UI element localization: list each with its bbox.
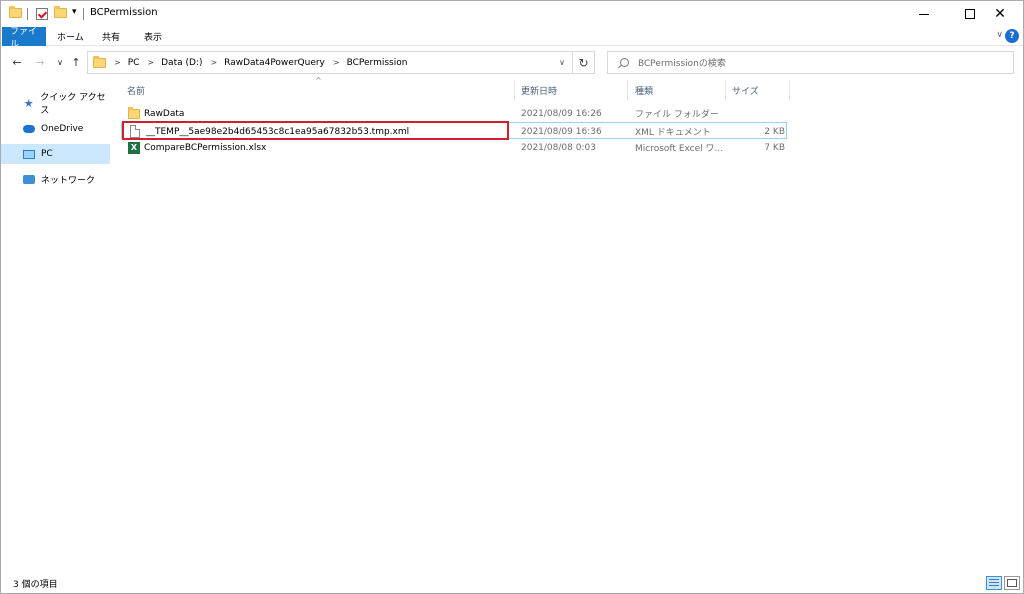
file-size: 2 KB	[764, 126, 785, 137]
back-arrow-icon[interactable]: ←	[10, 54, 24, 70]
file-size	[731, 105, 785, 122]
sidebar-item-label: PC	[41, 149, 53, 159]
monitor-icon	[23, 148, 35, 160]
column-divider[interactable]	[789, 80, 790, 100]
sidebar-item-label: OneDrive	[41, 124, 84, 134]
close-button[interactable]: ✕	[977, 1, 1023, 27]
file-name: RawData	[144, 108, 185, 119]
breadcrumb-data-drive[interactable]: Data (D:)	[161, 58, 202, 68]
separator	[27, 8, 28, 20]
file-row-rawdata[interactable]: RawData 2021/08/09 16:26 ファイル フォルダー	[121, 105, 787, 122]
help-icon[interactable]: ?	[1005, 29, 1019, 43]
status-bar: 3 個の項目	[1, 573, 1023, 593]
refresh-icon: ↻	[578, 55, 589, 70]
breadcrumb-pc[interactable]: PC	[128, 58, 140, 68]
file-modified: 2021/08/09 16:36	[521, 126, 602, 137]
minimize-button[interactable]	[901, 1, 947, 27]
tab-home[interactable]: ホーム	[49, 27, 92, 46]
tab-view[interactable]: 表示	[136, 27, 170, 46]
file-name-cell: X CompareBCPermission.xlsx	[128, 139, 266, 156]
file-modified: 2021/08/09 16:26	[521, 108, 602, 119]
forward-arrow-icon[interactable]: →	[33, 54, 47, 70]
sidebar-item-quick-access[interactable]: ★ クイック アクセス	[1, 93, 110, 116]
separator	[83, 8, 84, 20]
folder-icon	[93, 55, 106, 68]
file-name: CompareBCPermission.xlsx	[144, 142, 267, 153]
column-divider[interactable]	[627, 80, 628, 100]
file-name-cell: RawData	[128, 105, 184, 122]
column-header-name[interactable]: 名前	[127, 80, 145, 100]
sidebar-item-label: ネットワーク	[41, 175, 96, 186]
file-type: Microsoft Excel ワ...	[635, 144, 724, 154]
chevron-right-icon[interactable]: >	[333, 58, 340, 67]
folder-icon	[128, 106, 140, 119]
up-arrow-icon[interactable]: ↑	[69, 54, 83, 70]
refresh-button[interactable]: ↻	[573, 51, 595, 74]
address-dropdown-icon[interactable]: ∨	[552, 52, 572, 73]
breadcrumb-bcpermission[interactable]: BCPermission	[347, 58, 408, 68]
breadcrumb: > PC > Data (D:) > RawData4PowerQuery > …	[106, 58, 407, 68]
file-type: XML ドキュメント	[635, 128, 711, 138]
details-view-icon	[989, 579, 999, 587]
chevron-right-icon[interactable]: >	[147, 58, 154, 67]
sidebar-item-onedrive[interactable]: OneDrive	[1, 119, 110, 139]
column-header-size[interactable]: サイズ	[732, 80, 759, 100]
minimize-icon	[919, 13, 929, 15]
expand-ribbon-icon[interactable]: ∨	[996, 30, 1003, 40]
search-box[interactable]: BCPermissionの検索	[607, 51, 1014, 74]
title-bar: ▾ BCPermission ✕	[1, 1, 1023, 27]
properties-icon[interactable]	[36, 8, 48, 20]
excel-icon: X	[128, 141, 140, 154]
window-title: BCPermission	[90, 7, 158, 18]
search-placeholder: BCPermissionの検索	[638, 59, 726, 69]
explorer-window: ▾ BCPermission ✕ ファイル ホーム 共有 表示 ∨ ? ← → …	[0, 0, 1024, 594]
maximize-icon	[965, 9, 975, 19]
breadcrumb-rawdata4powerquery[interactable]: RawData4PowerQuery	[224, 58, 325, 68]
large-icons-view-icon	[1007, 579, 1017, 587]
tab-file[interactable]: ファイル	[2, 27, 46, 50]
navigation-bar: ← → ∨ ↑ > PC > Data (D:) > RawData4Power…	[1, 49, 1023, 76]
sort-ascending-icon: ^	[315, 76, 322, 85]
file-modified: 2021/08/08 0:03	[521, 142, 596, 153]
network-icon	[23, 173, 35, 185]
column-divider[interactable]	[725, 80, 726, 100]
column-header-type[interactable]: 種類	[635, 80, 653, 100]
details-view-button[interactable]	[986, 576, 1002, 590]
file-row-compare-xlsx[interactable]: X CompareBCPermission.xlsx 2021/08/08 0:…	[121, 139, 787, 156]
close-icon: ✕	[994, 6, 1006, 22]
ribbon-tabs: ファイル ホーム 共有 表示 ∨ ?	[1, 27, 1023, 50]
cloud-icon	[23, 123, 35, 135]
address-bar[interactable]: > PC > Data (D:) > RawData4PowerQuery > …	[87, 51, 573, 74]
folder-icon	[9, 6, 22, 18]
column-divider[interactable]	[514, 80, 515, 100]
chevron-right-icon[interactable]: >	[210, 58, 217, 67]
recent-locations-icon[interactable]: ∨	[53, 54, 67, 70]
navigation-pane: ★ クイック アクセス OneDrive PC ネットワーク	[1, 81, 111, 571]
item-count: 3 個の項目	[13, 579, 58, 590]
new-folder-icon[interactable]	[54, 6, 67, 18]
file-type: ファイル フォルダー	[635, 110, 719, 120]
highlight-box	[122, 121, 509, 140]
large-icons-view-button[interactable]	[1004, 576, 1020, 590]
sidebar-item-label: クイック アクセス	[40, 93, 106, 116]
file-size: 7 KB	[764, 142, 785, 153]
customize-qat-icon[interactable]: ▾	[72, 7, 77, 17]
chevron-right-icon: >	[114, 58, 121, 67]
sidebar-item-pc[interactable]: PC	[1, 144, 110, 164]
file-list: ^ 名前 更新日時 種類 サイズ RawData 2021/08/09 16:2…	[111, 76, 1023, 571]
search-icon	[620, 58, 629, 67]
tab-share[interactable]: 共有	[94, 27, 128, 46]
star-icon: ★	[23, 96, 34, 110]
sidebar-item-network[interactable]: ネットワーク	[1, 169, 110, 189]
column-header-modified[interactable]: 更新日時	[521, 80, 557, 100]
